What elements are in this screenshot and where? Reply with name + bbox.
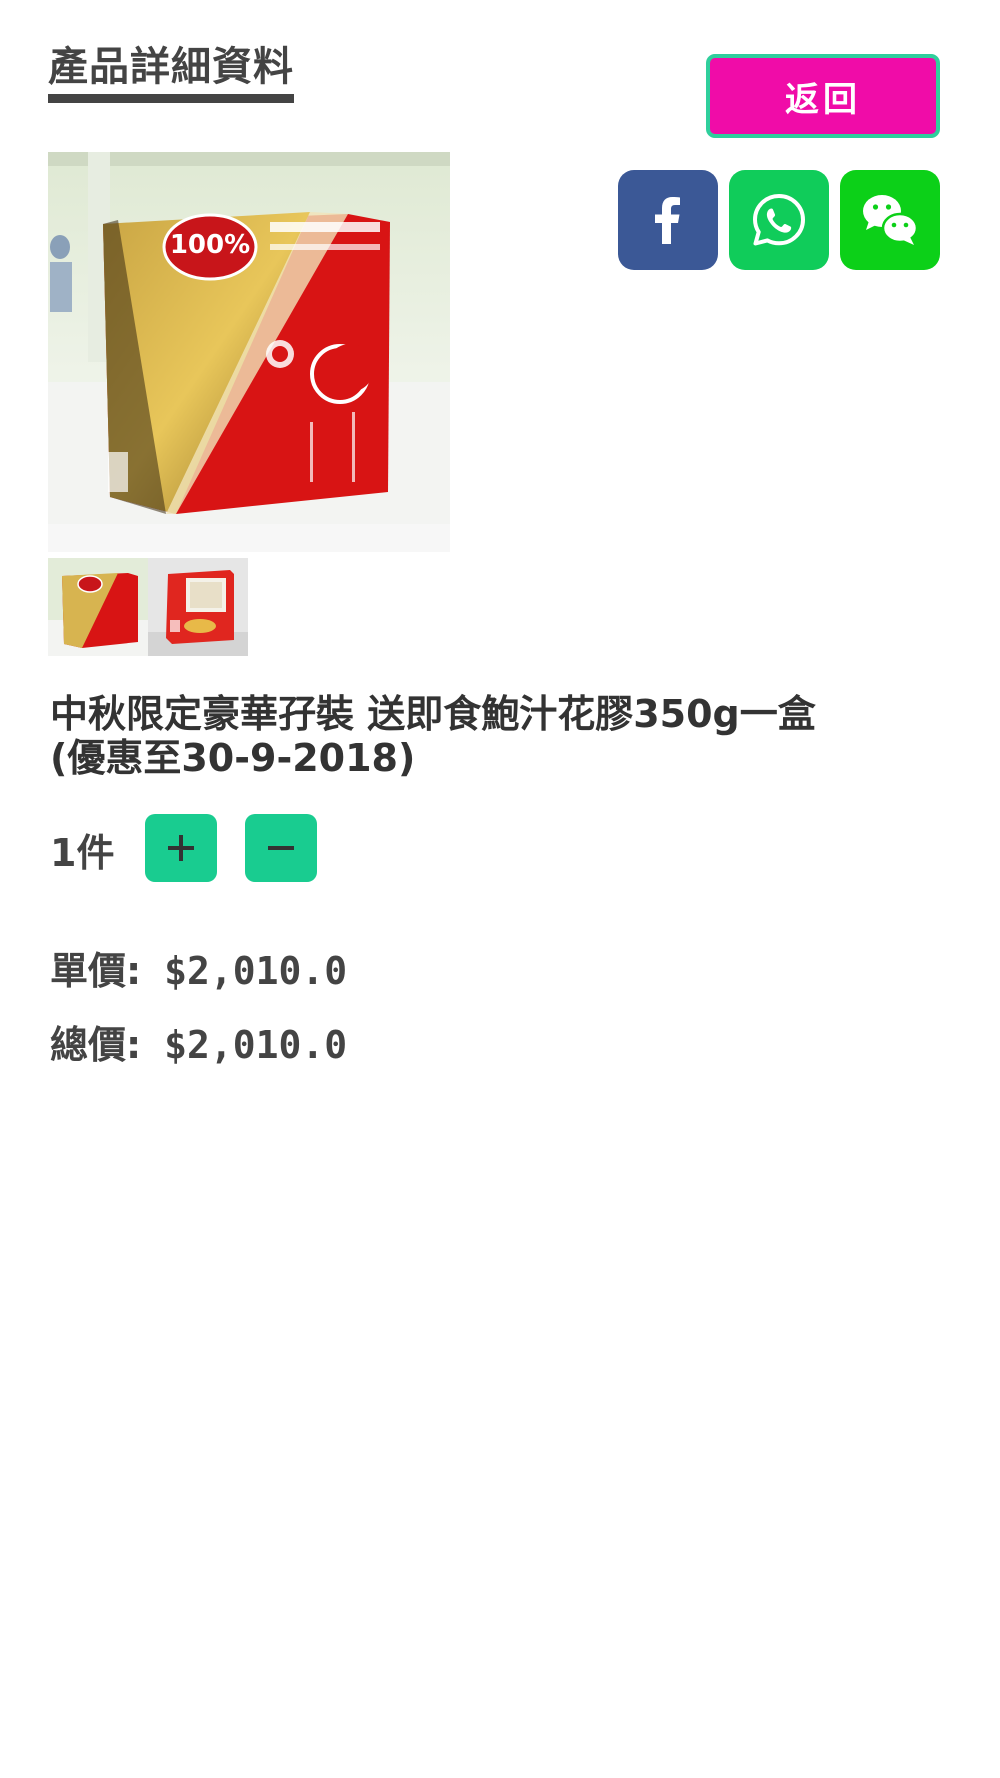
total-price-row: 總價: $2,010.0 — [50, 1014, 347, 1069]
facebook-share-button[interactable] — [618, 170, 718, 270]
facebook-icon — [655, 197, 680, 244]
quantity-decrease-button[interactable] — [245, 814, 317, 882]
product-thumbnail[interactable] — [48, 558, 148, 656]
unit-price-label: 單價: — [50, 949, 142, 993]
total-price-label: 總價: — [50, 1023, 142, 1067]
quantity-increase-button[interactable] — [145, 814, 217, 882]
total-price-value: $2,010.0 — [164, 1023, 348, 1067]
product-main-image: 100% — [48, 152, 450, 552]
page-title: 產品詳細資料 — [48, 44, 294, 103]
product-badge-text: 100% — [170, 230, 250, 260]
unit-price-value: $2,010.0 — [164, 949, 348, 993]
plus-icon — [168, 835, 194, 861]
quantity-text: 1件 — [50, 831, 115, 875]
product-thumbnail[interactable] — [148, 558, 248, 656]
wechat-share-button[interactable] — [840, 170, 940, 270]
unit-price-row: 單價: $2,010.0 — [50, 940, 347, 995]
whatsapp-share-button[interactable] — [729, 170, 829, 270]
product-name: 中秋限定豪華孖裝 送即食鮑汁花膠350g一盒 (優惠至30-9-2018) — [50, 692, 816, 780]
minus-icon — [268, 846, 294, 850]
wechat-icon — [863, 195, 919, 245]
back-button[interactable]: 返回 — [706, 54, 940, 138]
whatsapp-icon — [753, 194, 805, 246]
